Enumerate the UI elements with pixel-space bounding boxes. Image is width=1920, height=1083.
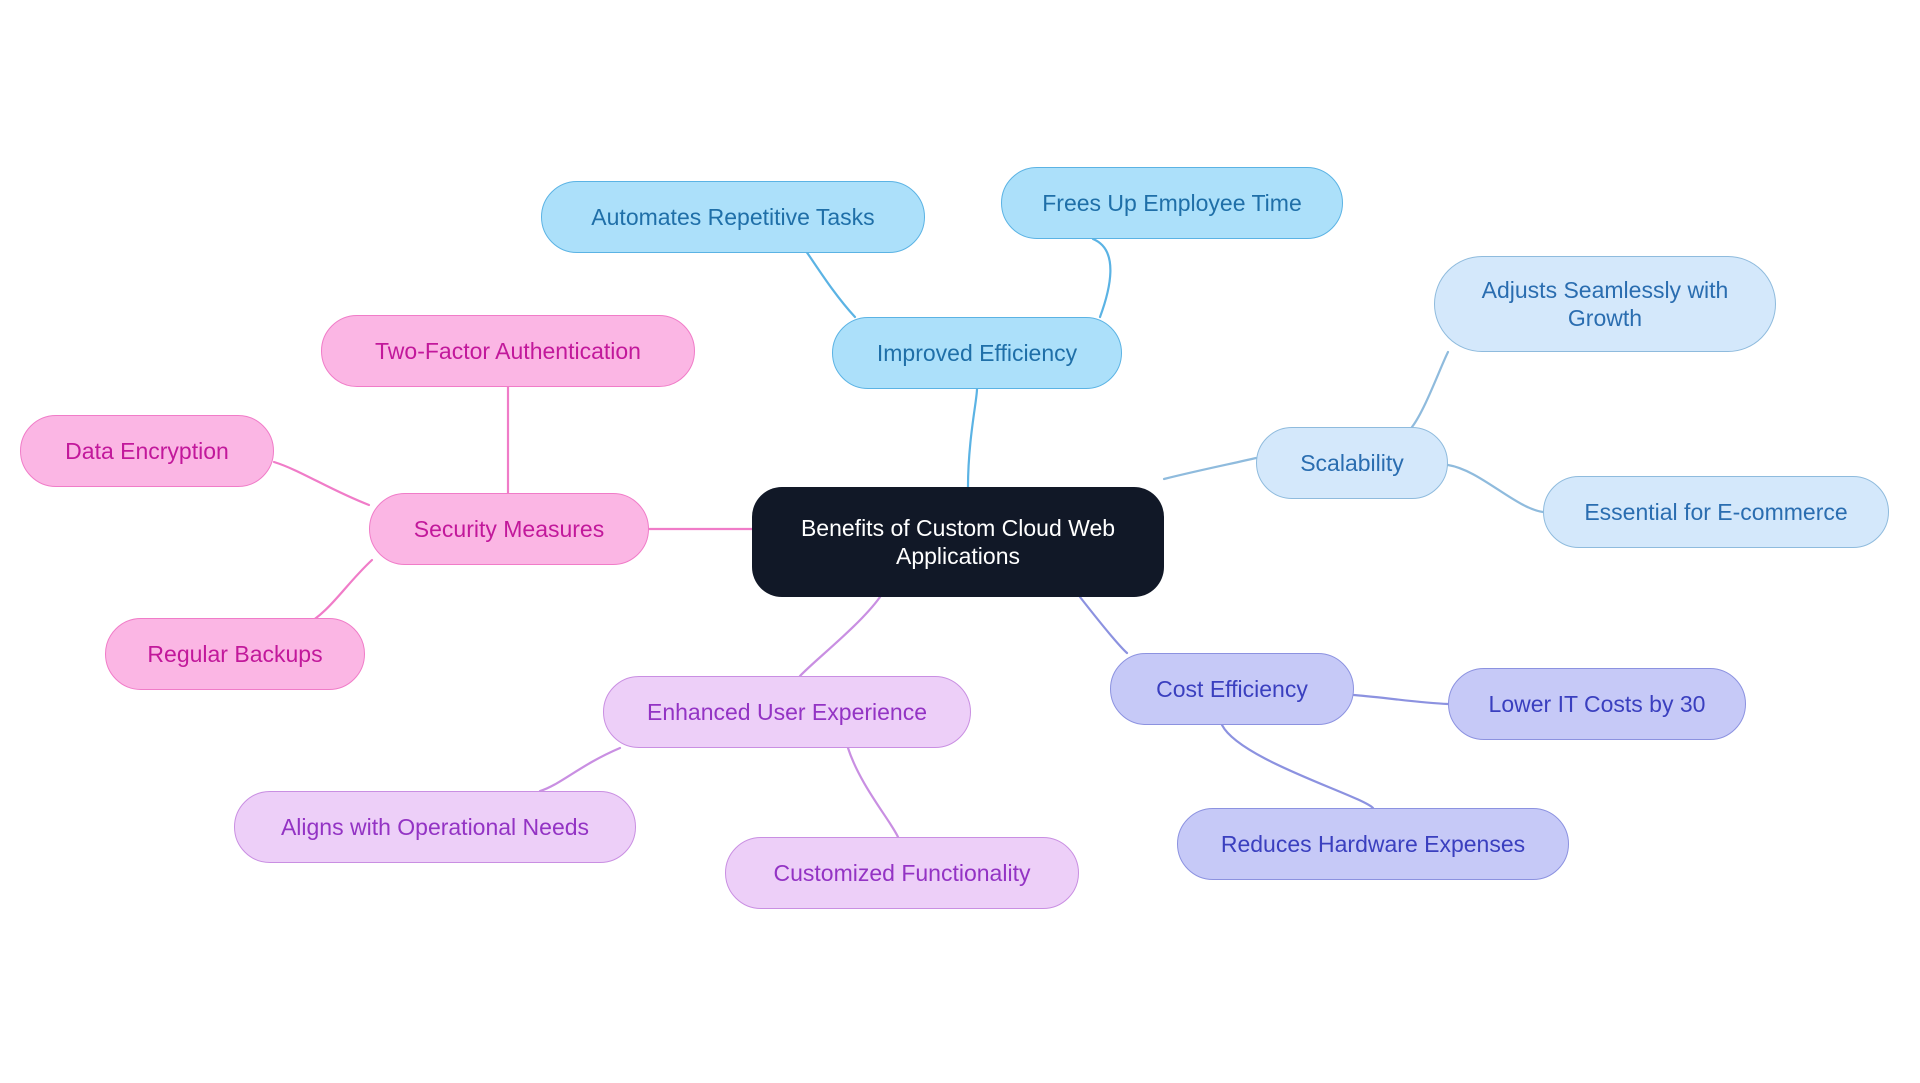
connector-scalability-ecommerce bbox=[1446, 463, 1545, 514]
mindmap-node-automates-repetitive-tasks[interactable]: Automates Repetitive Tasks bbox=[541, 181, 925, 253]
connector-scalability-adjusts bbox=[1410, 350, 1450, 429]
connector-security-regular-backups bbox=[302, 558, 374, 628]
connector-root-scalability bbox=[1162, 456, 1258, 481]
mindmap-node-reduces-hardware-expenses[interactable]: Reduces Hardware Expenses bbox=[1177, 808, 1569, 880]
node-label-reduces-hardware-expenses: Reduces Hardware Expenses bbox=[1220, 830, 1526, 857]
mindmap-node-root[interactable]: Benefits of Custom Cloud Web Application… bbox=[752, 487, 1164, 597]
mindmap-node-scalability[interactable]: Scalability bbox=[1256, 427, 1448, 499]
node-label-cost-efficiency: Cost Efficiency bbox=[1156, 675, 1308, 702]
mindmap-node-improved-efficiency[interactable]: Improved Efficiency bbox=[832, 317, 1122, 389]
connector-root-improved-efficiency bbox=[966, 387, 979, 489]
mindmap-node-cost-efficiency[interactable]: Cost Efficiency bbox=[1110, 653, 1354, 725]
mindmap-node-security-measures[interactable]: Security Measures bbox=[369, 493, 649, 565]
connector-cost-reduces-hardware bbox=[1220, 723, 1375, 810]
node-label-scalability: Scalability bbox=[1300, 449, 1404, 476]
connector-ux-customized bbox=[846, 746, 900, 839]
connector-ux-aligns bbox=[538, 746, 622, 793]
node-label-data-encryption: Data Encryption bbox=[65, 437, 229, 464]
node-label-frees-up-employee-time: Frees Up Employee Time bbox=[1042, 189, 1302, 216]
mindmap-node-adjusts-seamlessly-with-growth[interactable]: Adjusts Seamlessly with Growth bbox=[1434, 256, 1776, 352]
connector-cost-lower-it bbox=[1352, 693, 1450, 706]
node-label-security-measures: Security Measures bbox=[413, 515, 605, 542]
node-label-adjusts-seamlessly-with-growth: Adjusts Seamlessly with Growth bbox=[1481, 276, 1729, 331]
node-label-two-factor-authentication: Two-Factor Authentication bbox=[375, 337, 641, 364]
mindmap-node-data-encryption[interactable]: Data Encryption bbox=[20, 415, 274, 487]
node-label-improved-efficiency: Improved Efficiency bbox=[876, 339, 1078, 366]
mindmap-node-lower-it-costs-by-30[interactable]: Lower IT Costs by 30 bbox=[1448, 668, 1746, 740]
connector-improved-efficiency-frees-up bbox=[1091, 237, 1112, 319]
node-label-aligns-with-operational-needs: Aligns with Operational Needs bbox=[280, 813, 590, 840]
connector-security-data-encryption bbox=[272, 460, 371, 507]
node-label-enhanced-user-experience: Enhanced User Experience bbox=[647, 698, 927, 725]
mindmap-canvas: Benefits of Custom Cloud Web Application… bbox=[0, 0, 1920, 1083]
mindmap-node-customized-functionality[interactable]: Customized Functionality bbox=[725, 837, 1079, 909]
node-label-regular-backups: Regular Backups bbox=[147, 640, 323, 667]
mindmap-node-two-factor-authentication[interactable]: Two-Factor Authentication bbox=[321, 315, 695, 387]
connector-root-enhanced-ux bbox=[798, 595, 882, 678]
mindmap-node-essential-for-ecommerce[interactable]: Essential for E-commerce bbox=[1543, 476, 1889, 548]
connector-improved-efficiency-automates bbox=[798, 241, 857, 319]
node-label-essential-for-ecommerce: Essential for E-commerce bbox=[1584, 498, 1848, 525]
connector-root-cost-efficiency bbox=[1078, 595, 1129, 655]
mindmap-node-frees-up-employee-time[interactable]: Frees Up Employee Time bbox=[1001, 167, 1343, 239]
mindmap-node-enhanced-user-experience[interactable]: Enhanced User Experience bbox=[603, 676, 971, 748]
node-label-root: Benefits of Custom Cloud Web Application… bbox=[800, 514, 1116, 569]
mindmap-node-aligns-with-operational-needs[interactable]: Aligns with Operational Needs bbox=[234, 791, 636, 863]
mindmap-node-regular-backups[interactable]: Regular Backups bbox=[105, 618, 365, 690]
node-label-lower-it-costs-by-30: Lower IT Costs by 30 bbox=[1488, 690, 1706, 717]
node-label-automates-repetitive-tasks: Automates Repetitive Tasks bbox=[591, 203, 875, 230]
node-label-customized-functionality: Customized Functionality bbox=[773, 859, 1031, 886]
